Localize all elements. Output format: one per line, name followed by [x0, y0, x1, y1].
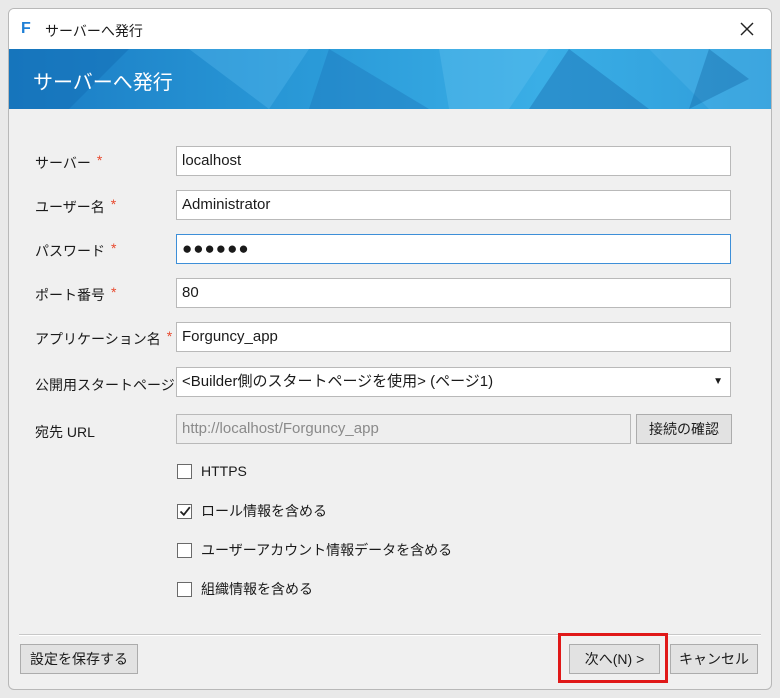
https-checkbox[interactable] [177, 463, 192, 479]
port-label-text: ポート番号 [35, 287, 105, 303]
https-checkbox-row[interactable]: HTTPS [177, 463, 247, 479]
header-banner: サーバーへ発行 [9, 49, 771, 109]
password-input[interactable]: ●●●●●● [176, 234, 731, 264]
server-input[interactable]: localhost [176, 146, 731, 176]
password-label: パスワード * [35, 240, 117, 261]
required-mark: * [111, 284, 117, 300]
username-input[interactable]: Administrator [176, 190, 731, 220]
forguncy-app-icon: F [21, 20, 31, 37]
app-name-label: アプリケーション名 * [35, 328, 173, 349]
required-mark: * [96, 152, 103, 168]
start-page-label: 公開用スタートページ [35, 377, 175, 393]
close-button[interactable] [733, 15, 761, 43]
publish-dialog: F サーバーへ発行 サーバーへ発行 サーバー * localhost ユーザー名 *… [8, 8, 772, 690]
required-mark: * [111, 240, 117, 256]
username-label-text: ユーザー名 [35, 199, 105, 215]
window-title: サーバーへ発行 [45, 23, 143, 39]
checkmark-icon [179, 506, 191, 517]
close-icon [740, 22, 754, 36]
include-organization-checkbox[interactable] [177, 581, 192, 597]
banner-title: サーバーへ発行 [33, 72, 173, 94]
include-organization-checkbox-row[interactable]: 組織情報を含める [177, 579, 313, 599]
include-roles-checkbox[interactable] [177, 503, 192, 519]
server-label-text: サーバー [35, 155, 91, 171]
include-roles-label: ロール情報を含める [201, 503, 327, 519]
username-label: ユーザー名 * [35, 196, 117, 217]
server-label: サーバー * [35, 152, 103, 173]
include-user-accounts-label: ユーザーアカウント情報データを含める [201, 542, 453, 558]
port-label: ポート番号 * [35, 284, 117, 305]
start-page-value: <Builder側のスタートページを使用> (ページ1) [182, 373, 494, 390]
dest-url-input: http://localhost/Forguncy_app [176, 414, 631, 444]
dest-url-label: 宛先 URL [35, 424, 95, 440]
app-name-label-text: アプリケーション名 [35, 331, 161, 347]
start-page-select[interactable]: <Builder側のスタートページを使用> (ページ1) ▼ [176, 367, 731, 397]
include-user-accounts-checkbox-row[interactable]: ユーザーアカウント情報データを含める [177, 540, 452, 560]
port-input[interactable]: 80 [176, 278, 731, 308]
check-connection-button[interactable]: 接続の確認 [636, 414, 732, 444]
password-label-text: パスワード [35, 243, 105, 259]
save-settings-button[interactable]: 設定を保存する [20, 644, 138, 674]
title-bar: F サーバーへ発行 [9, 9, 771, 49]
next-button-highlight [558, 633, 668, 683]
required-mark: * [110, 196, 117, 212]
include-user-accounts-checkbox[interactable] [177, 542, 192, 558]
dropdown-arrow-icon: ▼ [713, 376, 723, 387]
include-organization-label: 組織情報を含める [201, 581, 313, 597]
cancel-button[interactable]: キャンセル [670, 644, 758, 674]
app-name-input[interactable]: Forguncy_app [176, 322, 731, 352]
required-mark: * [166, 328, 173, 344]
include-roles-checkbox-row[interactable]: ロール情報を含める [177, 501, 327, 521]
https-checkbox-label: HTTPS [201, 463, 247, 479]
